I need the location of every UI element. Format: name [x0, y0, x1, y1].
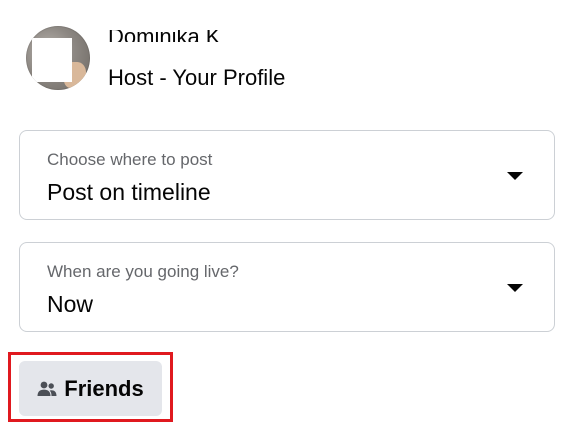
caret-down-icon: [507, 284, 523, 292]
host-header: Dominika K Host - Your Profile: [26, 26, 546, 96]
highlight-box: [8, 352, 173, 422]
post-location-value: Post on timeline: [47, 179, 211, 205]
host-subtitle: Host - Your Profile: [108, 65, 286, 90]
schedule-label: When are you going live?: [47, 262, 239, 281]
host-name: Dominika K: [108, 30, 220, 42]
caret-down-icon: [507, 172, 523, 180]
go-live-setup-panel: Dominika K Host - Your Profile Choose wh…: [0, 0, 570, 427]
avatar-redaction: [32, 38, 72, 82]
avatar[interactable]: [26, 26, 90, 90]
post-location-select[interactable]: Choose where to post Post on timeline: [19, 130, 555, 220]
schedule-value: Now: [47, 291, 94, 317]
schedule-select[interactable]: When are you going live? Now: [19, 242, 555, 332]
post-location-label: Choose where to post: [47, 150, 213, 169]
